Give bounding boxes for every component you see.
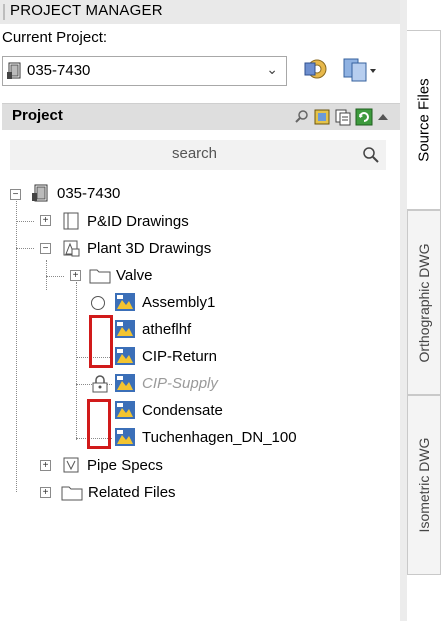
tab-isometric-dwg[interactable]: Isometric DWG [407, 395, 441, 575]
tree-connector [16, 221, 34, 222]
tree-node-label: Tuchenhagen_DN_100 [142, 428, 297, 446]
chevron-down-icon[interactable]: ⌄ [266, 61, 278, 78]
tree-node-assembly1[interactable]: Assembly1 [114, 291, 215, 313]
tree-node-label: atheflhf [142, 320, 192, 338]
tree-node-label: P&ID Drawings [87, 212, 189, 230]
current-project-label: Current Project: [2, 29, 108, 46]
tree-node-label: CIP-Supply [142, 374, 218, 392]
expand-toggle[interactable]: + [40, 487, 51, 498]
folder-icon [61, 486, 83, 501]
tab-label: Isometric DWG [416, 437, 432, 533]
tree-connector [46, 276, 64, 277]
tree-node-atheflhf[interactable]: atheflhf [114, 318, 191, 340]
tree-node-pipe-specs[interactable]: Pipe Specs [61, 454, 163, 476]
dwg-file-icon [115, 320, 135, 338]
dwg-file-icon [115, 293, 135, 311]
drag-grip[interactable] [3, 4, 5, 20]
search-icon[interactable] [294, 109, 310, 125]
dwg-file-icon [115, 347, 135, 365]
tree-node-tuchenhagen[interactable]: Tuchenhagen_DN_100 [114, 426, 297, 448]
tree-connector [16, 199, 17, 492]
expand-toggle[interactable]: + [40, 215, 51, 226]
search-placeholder: search [172, 145, 218, 162]
project-section-title: Project [12, 107, 63, 124]
project-menu-button[interactable] [342, 55, 380, 90]
tab-strip-separator [400, 0, 407, 621]
project-search-field[interactable]: search [10, 140, 386, 170]
project-setup-icon [304, 59, 327, 79]
tree-node-label: Pipe Specs [87, 456, 163, 474]
tree-node-pid-drawings[interactable]: P&ID Drawings [61, 210, 189, 232]
search-magnifier-icon[interactable] [362, 146, 380, 164]
tree-node-label: 035-7430 [57, 184, 121, 202]
pid-folder-icon [63, 212, 79, 230]
tree-connector [46, 260, 47, 290]
tree-node-label: Plant 3D Drawings [87, 239, 212, 257]
expand-toggle[interactable]: + [40, 460, 51, 471]
project-icon [32, 184, 48, 202]
tab-label: Orthographic DWG [416, 242, 432, 363]
collapse-toggle[interactable]: − [10, 189, 21, 200]
panel-title-bar: PROJECT MANAGER [0, 0, 405, 24]
tree-node-cip-supply[interactable]: CIP-Supply [114, 372, 218, 394]
panel-title: PROJECT MANAGER [10, 2, 163, 19]
tree-node-plant3d-drawings[interactable]: Plant 3D Drawings [61, 237, 211, 259]
tree-node-cip-return[interactable]: CIP-Return [114, 345, 217, 367]
tree-node-related-files[interactable]: Related Files [61, 481, 176, 503]
tree-node-condensate[interactable]: Condensate [114, 399, 223, 421]
highlight-box [89, 315, 113, 368]
current-project-dropdown[interactable]: 035-7430 ⌄ [2, 56, 287, 86]
highlight-box [87, 399, 111, 449]
project-icon [6, 62, 24, 85]
project-tree: − 035-7430 + P&ID Drawings − Plant 3D Dr… [0, 180, 400, 501]
folder-icon [89, 269, 111, 284]
tab-label: Source Files [415, 78, 432, 162]
copy-drawing-icon[interactable] [334, 108, 352, 126]
tree-node-label: Related Files [88, 483, 176, 501]
tree-node-root[interactable]: 035-7430 [31, 182, 120, 204]
documents-dropdown-icon [343, 58, 376, 82]
tree-node-label: Assembly1 [142, 293, 216, 311]
collapse-arrow-icon[interactable] [376, 110, 390, 124]
tab-orthographic-dwg[interactable]: Orthographic DWG [407, 210, 441, 395]
plant3d-folder-icon [63, 240, 80, 257]
project-section-header: Project [2, 103, 400, 130]
tree-node-label: Valve [116, 266, 153, 284]
project-setup-button[interactable] [302, 55, 336, 90]
collapse-toggle[interactable]: − [40, 243, 51, 254]
dwg-file-icon [115, 374, 135, 392]
expand-toggle[interactable]: + [70, 270, 81, 281]
tree-connector [16, 248, 34, 249]
tab-source-files[interactable]: Source Files [407, 30, 441, 210]
current-project-value: 035-7430 [27, 62, 91, 79]
status-circle-icon [91, 296, 105, 310]
dwg-file-icon [115, 401, 135, 419]
new-drawing-icon[interactable] [313, 108, 331, 126]
lock-icon [92, 375, 108, 393]
tree-node-label: CIP-Return [142, 347, 218, 365]
tree-connector [76, 282, 77, 440]
dwg-file-icon [115, 428, 135, 446]
refresh-icon[interactable] [355, 108, 373, 126]
pipe-specs-icon [63, 457, 79, 473]
tree-node-label: Condensate [142, 401, 223, 419]
tree-node-valve[interactable]: Valve [89, 264, 152, 286]
